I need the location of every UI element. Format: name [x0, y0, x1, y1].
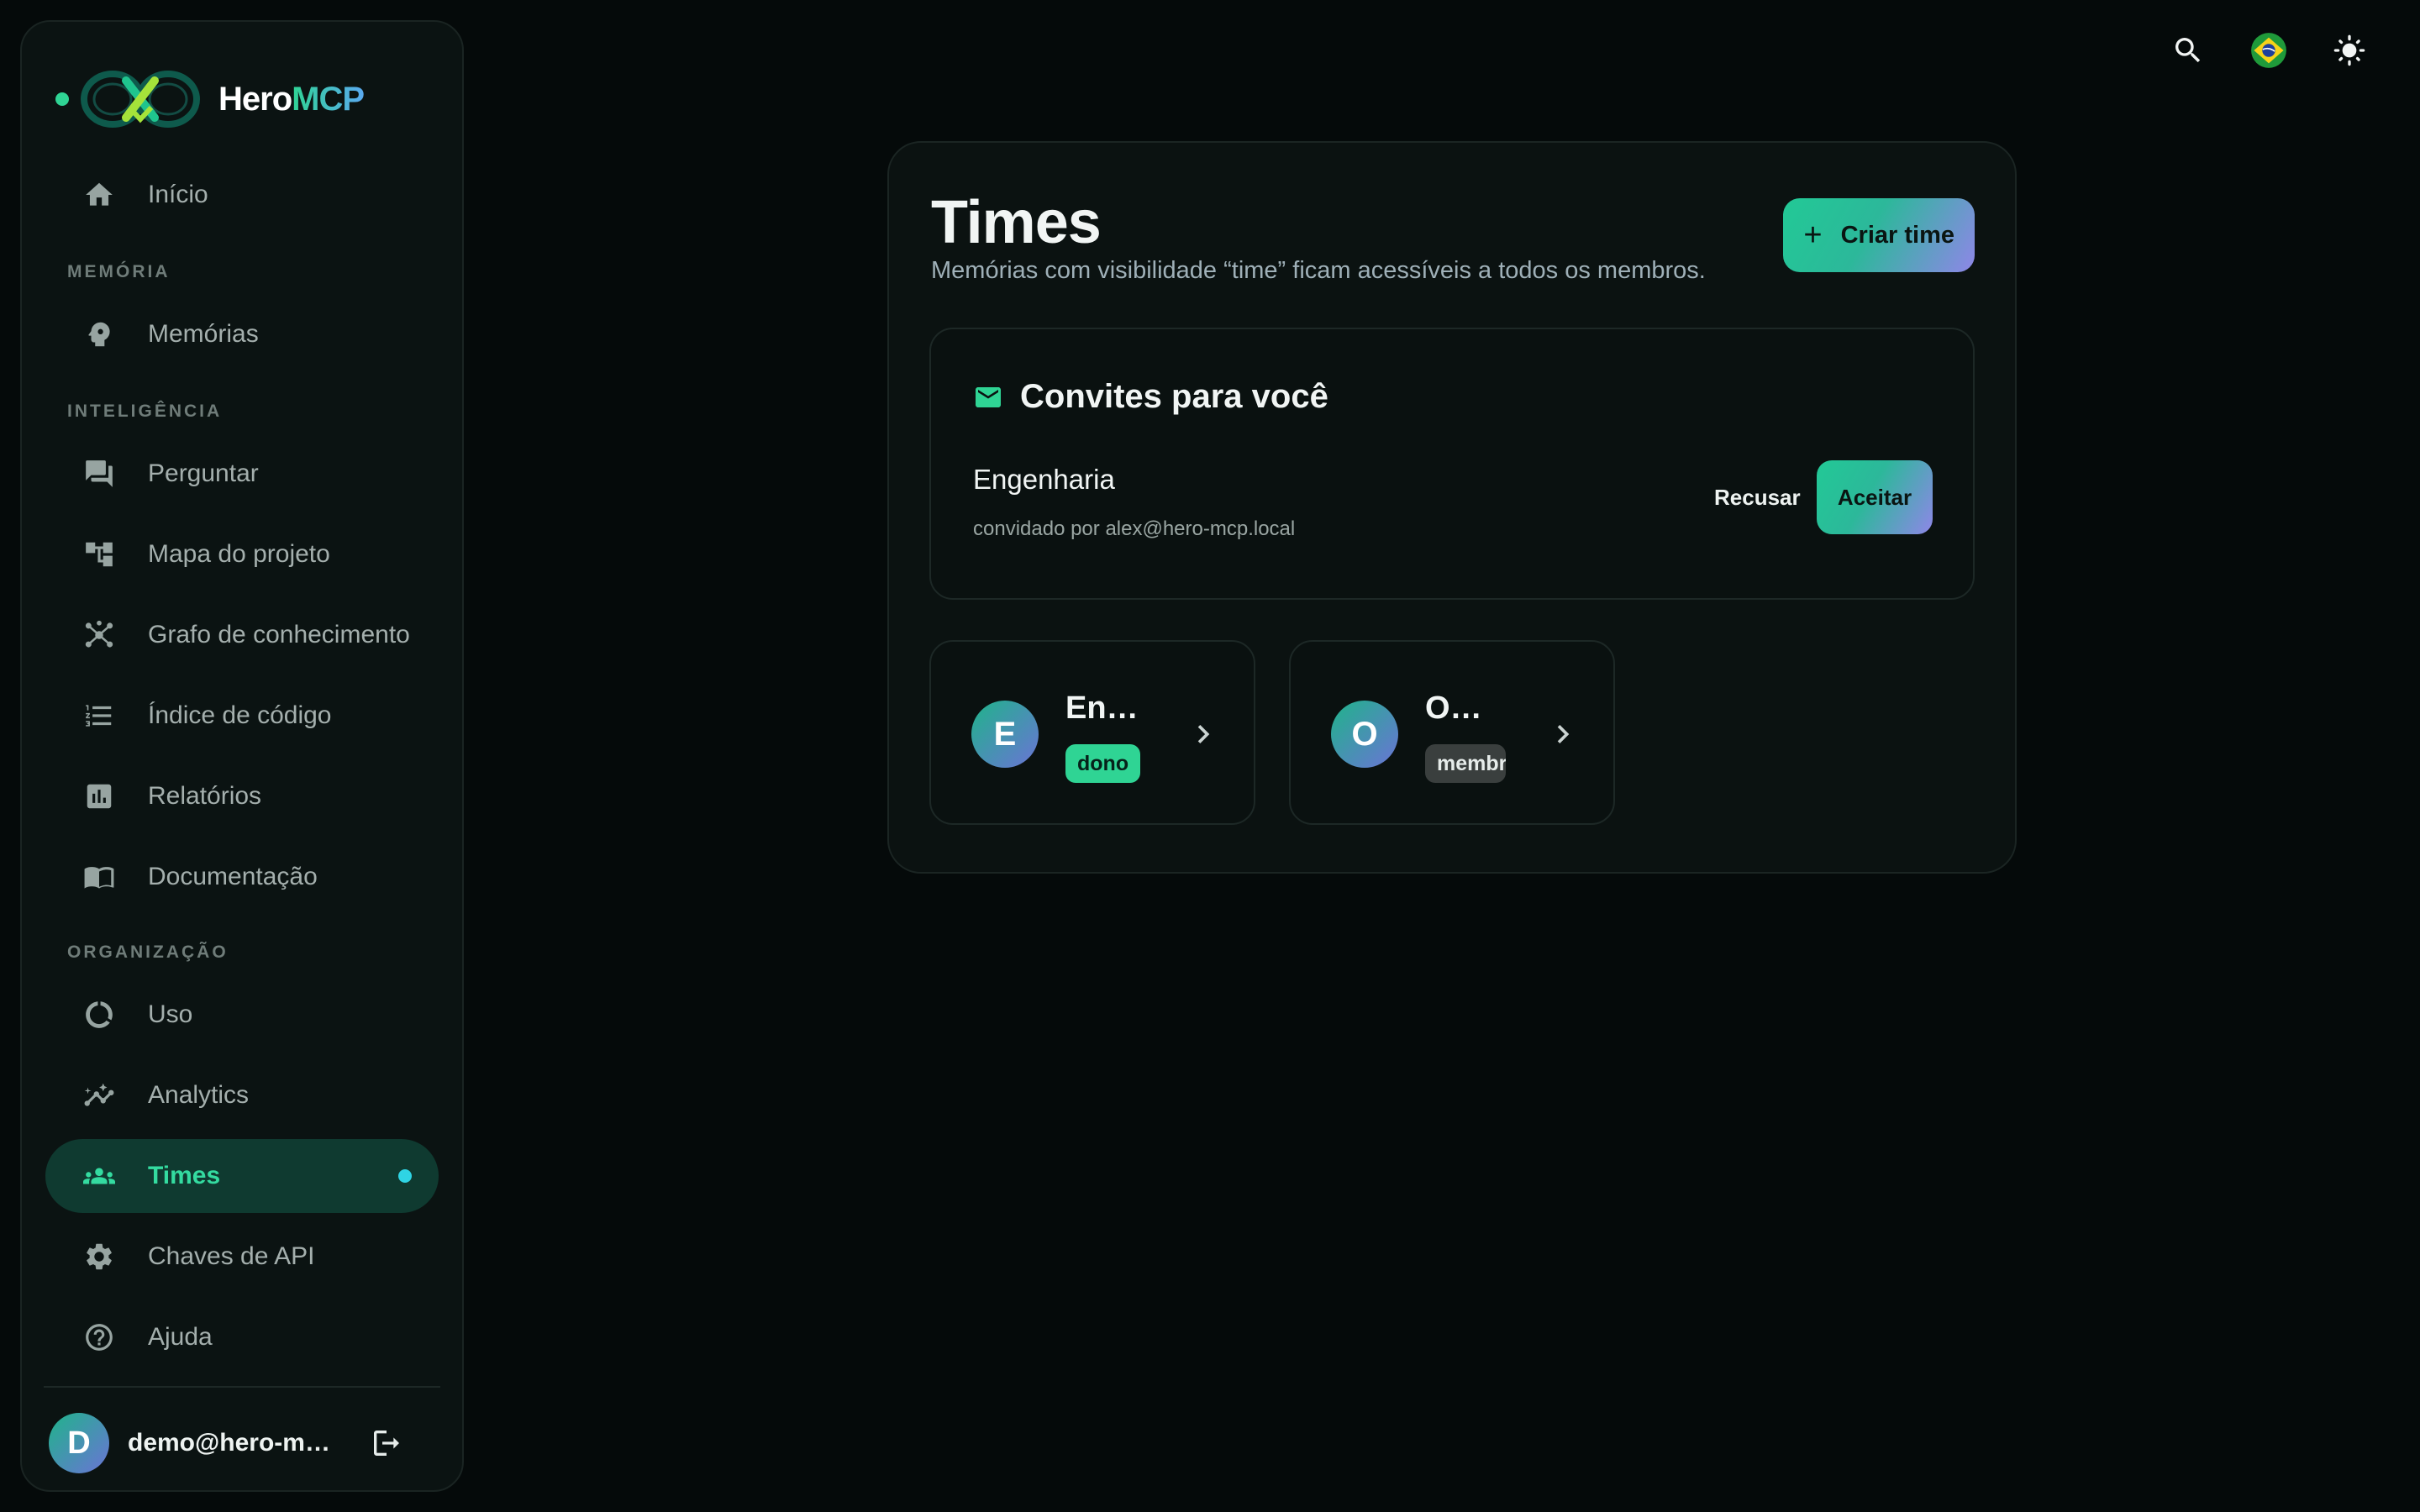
sidebar-item-label: Índice de código — [148, 701, 332, 729]
group-icon — [82, 1159, 116, 1193]
sidebar: HeroMCP Início MEMÓRIA Memórias INTELIGÊ… — [20, 20, 464, 1492]
invites-panel: Convites para você Engenharia convidado … — [929, 328, 1975, 600]
sidebar-item-chaves-de-api[interactable]: Chaves de API — [45, 1220, 439, 1294]
sidebar-item-indice-de-codigo[interactable]: Índice de código — [45, 679, 439, 753]
theme-toggle-sun-icon[interactable] — [2329, 30, 2370, 71]
sidebar-item-label: Times — [148, 1162, 221, 1189]
sidebar-item-label: Relatórios — [148, 782, 262, 810]
bar-chart-icon — [82, 780, 116, 813]
sidebar-item-documentacao[interactable]: Documentação — [45, 840, 439, 914]
sidebar-item-grafo[interactable]: Grafo de conhecimento — [45, 598, 439, 672]
create-team-button[interactable]: + Criar time — [1783, 198, 1975, 272]
team-avatar: O — [1331, 701, 1398, 768]
page-subtitle: Memórias com visibilidade “time” ficam a… — [931, 257, 1706, 284]
sidebar-item-inicio[interactable]: Início — [45, 158, 439, 232]
gear-icon — [82, 1240, 116, 1273]
usage-ring-icon — [82, 998, 116, 1032]
sidebar-item-label: Documentação — [148, 863, 318, 890]
page-title: Times — [931, 189, 1102, 256]
sidebar-item-label: Grafo de conhecimento — [148, 621, 410, 648]
invite-team-name: Engenharia — [973, 464, 1115, 495]
list-icon — [82, 699, 116, 732]
status-dot — [55, 92, 69, 106]
team-card[interactable]: E Engenharia dono — [929, 640, 1255, 825]
sidebar-item-mapa-do-projeto[interactable]: Mapa do projeto — [45, 517, 439, 591]
sidebar-item-perguntar[interactable]: Perguntar — [45, 437, 439, 511]
role-badge: membro — [1425, 744, 1506, 783]
brand[interactable]: HeroMCP — [55, 66, 365, 133]
sidebar-item-label: Memórias — [148, 320, 259, 348]
sidebar-item-uso[interactable]: Uso — [45, 978, 439, 1052]
sidebar-item-analytics[interactable]: Analytics — [45, 1058, 439, 1132]
logout-icon[interactable] — [370, 1426, 403, 1460]
sidebar-item-ajuda[interactable]: Ajuda — [45, 1300, 439, 1374]
book-icon — [82, 860, 116, 894]
sidebar-item-label: Analytics — [148, 1081, 250, 1109]
brazil-flag-icon[interactable] — [2249, 30, 2289, 71]
sidebar-divider — [44, 1386, 440, 1388]
section-label-organizacao: ORGANIZAÇÃO — [67, 942, 229, 962]
decline-invite-button[interactable]: Recusar — [1692, 460, 1823, 534]
invites-title: Convites para você — [1020, 378, 1328, 415]
chevron-right-icon — [1544, 716, 1581, 753]
graph-icon — [82, 618, 116, 652]
sidebar-item-label: Uso — [148, 1000, 193, 1028]
invite-inviter: convidado por alex@hero-mcp.local — [973, 517, 1296, 540]
teams-card: Times Memórias com visibilidade “time” f… — [887, 141, 2017, 874]
home-icon — [82, 178, 116, 212]
user-email: demo@hero-mcp.local — [128, 1429, 338, 1457]
accept-invite-button[interactable]: Aceitar — [1817, 460, 1933, 534]
sidebar-item-label: Perguntar — [148, 459, 259, 487]
user-profile: D demo@hero-mcp.local — [49, 1413, 444, 1473]
brand-name: HeroMCP — [218, 80, 365, 118]
role-badge: dono — [1065, 744, 1141, 783]
brain-icon — [82, 318, 116, 351]
section-label-inteligencia: INTELIGÊNCIA — [67, 402, 223, 421]
search-icon[interactable] — [2168, 30, 2208, 71]
sidebar-item-label: Início — [148, 181, 208, 208]
chevron-right-icon — [1185, 716, 1222, 753]
tree-icon — [82, 538, 116, 571]
team-avatar: E — [971, 701, 1039, 768]
create-team-label: Criar time — [1840, 221, 1954, 249]
infinity-logo-icon — [81, 71, 200, 128]
sidebar-item-memorias[interactable]: Memórias — [45, 297, 439, 371]
sidebar-item-relatorios[interactable]: Relatórios — [45, 759, 439, 833]
team-card[interactable]: O Operações membro — [1289, 640, 1615, 825]
active-indicator-dot — [398, 1169, 412, 1183]
chat-icon — [82, 457, 116, 491]
sidebar-item-label: Chaves de API — [148, 1242, 315, 1270]
team-name: Operações — [1425, 690, 1491, 726]
avatar[interactable]: D — [49, 1413, 109, 1473]
section-label-memoria: MEMÓRIA — [67, 262, 171, 281]
help-icon — [82, 1320, 116, 1354]
sidebar-item-label: Ajuda — [148, 1323, 213, 1351]
sidebar-item-times[interactable]: Times — [45, 1139, 439, 1213]
sidebar-item-label: Mapa do projeto — [148, 540, 330, 568]
plus-icon: + — [1803, 217, 1823, 253]
mail-icon — [973, 382, 1003, 412]
analytics-icon — [82, 1079, 116, 1112]
team-name: Engenharia — [1065, 690, 1150, 726]
invites-heading: Convites para você — [973, 378, 1328, 416]
